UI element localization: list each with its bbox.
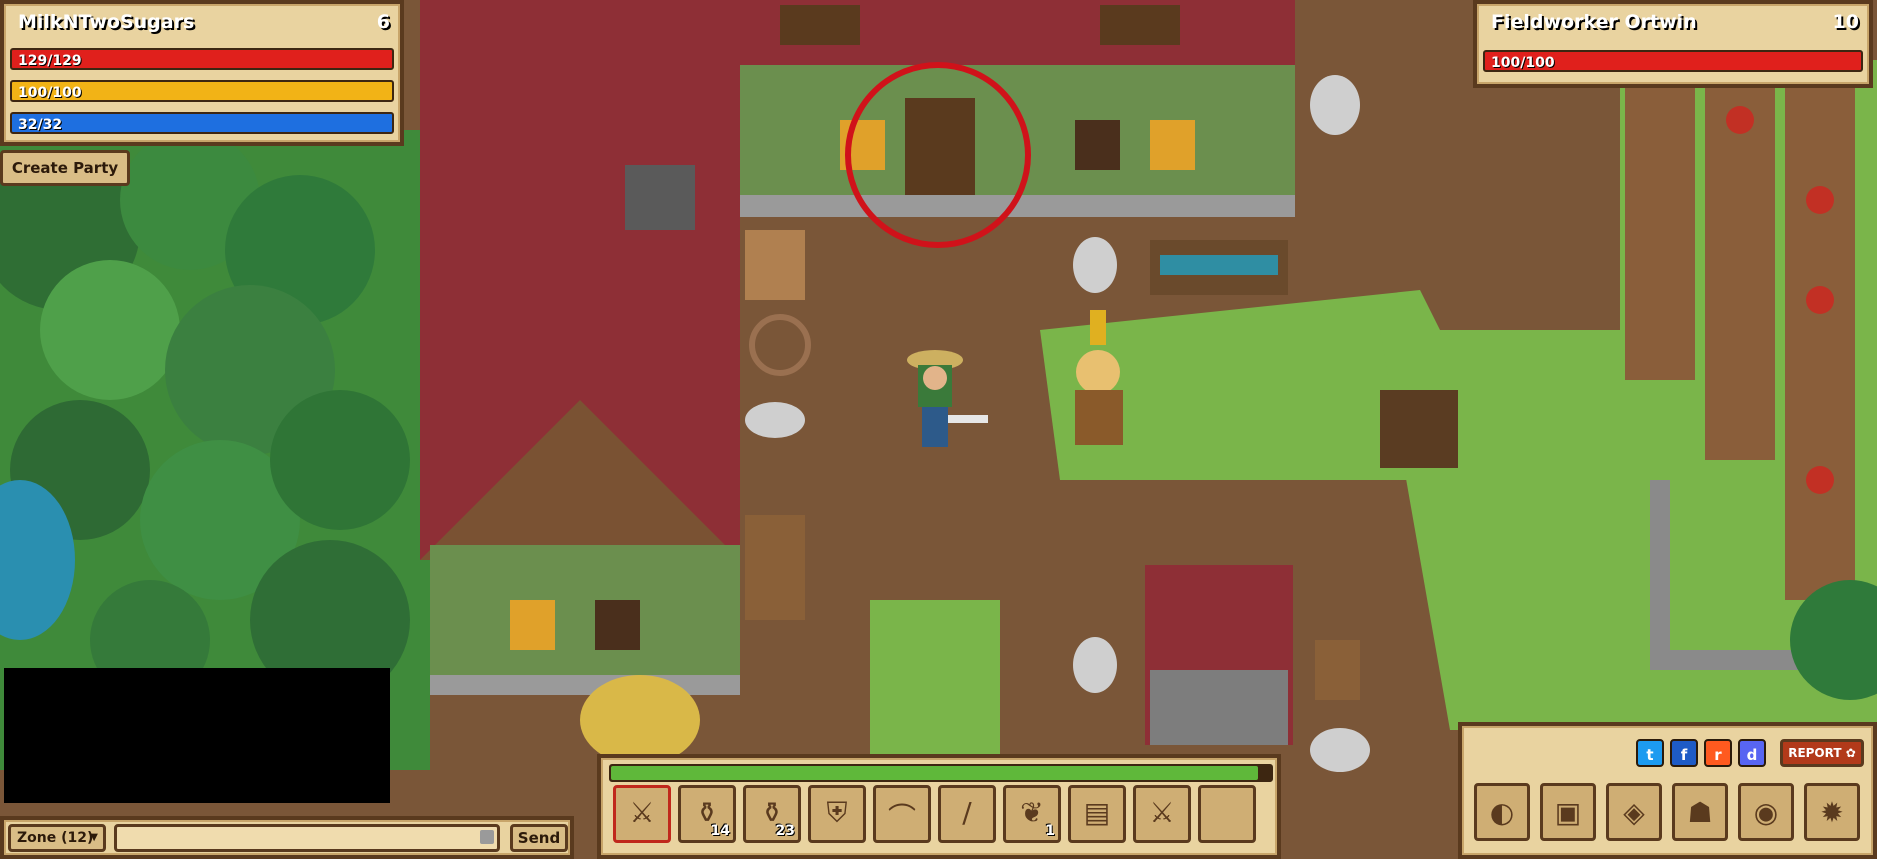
emoji-icon[interactable] <box>480 830 494 844</box>
send-button[interactable]: Send <box>510 824 568 852</box>
inventory-icon: ◐ <box>1489 796 1515 829</box>
report-label: REPORT <box>1788 746 1842 760</box>
world-map-icon: ◈ <box>1623 796 1645 829</box>
menu-button-inventory[interactable]: ◐ <box>1474 783 1530 841</box>
map-scroll-icon: ▤ <box>1083 796 1111 829</box>
menu-button-settings[interactable]: ✹ <box>1804 783 1860 841</box>
hotbar-slot-9[interactable]: ⚔ <box>1133 785 1191 843</box>
hotbar-slot-count: 23 <box>775 823 795 839</box>
hotbar-slot-count: 14 <box>710 823 730 839</box>
quest-book-icon: ▣ <box>1554 796 1582 829</box>
club-icon: / <box>962 796 972 829</box>
report-button[interactable]: REPORT ✿ <box>1780 739 1864 767</box>
twitter-icon[interactable]: t <box>1636 739 1664 767</box>
house-door[interactable] <box>905 98 975 198</box>
menu-button-world-map[interactable]: ◈ <box>1606 783 1662 841</box>
settings-icon: ✹ <box>1820 796 1844 829</box>
hotbar-slot-4[interactable]: ⛨ <box>808 785 866 843</box>
player-health-bar: 129/129 <box>10 48 394 70</box>
farmhouse-main <box>720 0 1295 217</box>
player-mana-text: 32/32 <box>18 117 63 133</box>
chat-channel-select[interactable]: Zone (12) ▼ <box>8 824 106 852</box>
chevron-down-icon: ▼ <box>90 832 98 843</box>
create-party-button[interactable]: Create Party <box>0 150 130 186</box>
facebook-icon[interactable]: f <box>1670 739 1698 767</box>
player-stamina-bar: 100/100 <box>10 80 394 102</box>
hotbar-slot-5[interactable]: ⌒ <box>873 785 931 843</box>
hotbar-slot-count: 1 <box>1045 823 1055 839</box>
chat-channel-label: Zone (12) <box>17 830 94 846</box>
boots-icon: ⌒ <box>887 801 916 834</box>
reddit-icon[interactable]: r <box>1704 739 1732 767</box>
target-health-text: 100/100 <box>1491 55 1555 71</box>
armor-icon: ⛨ <box>826 796 848 829</box>
discord-icon[interactable]: d <box>1738 739 1766 767</box>
bug-icon: ✿ <box>1845 746 1856 760</box>
target-name: Fieldworker Ortwin <box>1491 11 1697 33</box>
target-health-bar: 100/100 <box>1483 50 1863 72</box>
chat-input[interactable] <box>114 824 500 852</box>
sword-icon: ⚔ <box>629 796 655 829</box>
target-level: 10 <box>1832 11 1859 33</box>
menu-button-gold-coins[interactable]: ◉ <box>1738 783 1794 841</box>
chat-log[interactable] <box>4 668 390 803</box>
hotbar-slot-7[interactable]: ❦ 1 <box>1003 785 1061 843</box>
player-mana-bar: 32/32 <box>10 112 394 134</box>
experience-bar <box>609 764 1273 782</box>
menu-button-character[interactable]: ☗ <box>1672 783 1728 841</box>
hotbar-slot-2[interactable]: ⚱ 14 <box>678 785 736 843</box>
target-frame: Fieldworker Ortwin 10 100/100 <box>1473 0 1873 88</box>
hotbar-slot-6[interactable]: / <box>938 785 996 843</box>
player-frame: MilkNTwoSugars 6 129/129 100/100 32/32 <box>0 0 404 146</box>
hotbar-slot-1[interactable]: ⚔ <box>613 785 671 843</box>
player-level: 6 <box>376 11 390 33</box>
sword-icon: ⚔ <box>1149 796 1175 829</box>
hotbar-slot-10[interactable] <box>1198 785 1256 843</box>
hotbar-slot-8[interactable]: ▤ <box>1068 785 1126 843</box>
menu-button-quest-book[interactable]: ▣ <box>1540 783 1596 841</box>
hotbar-slot-3[interactable]: ⚱ 23 <box>743 785 801 843</box>
player-stamina-text: 100/100 <box>18 85 82 101</box>
player-name: MilkNTwoSugars <box>18 11 195 33</box>
character-icon: ☗ <box>1687 796 1713 829</box>
chat-bar: Zone (12) ▼ Send <box>0 816 574 859</box>
player-health-text: 129/129 <box>18 53 82 69</box>
farmhouse-left <box>420 0 740 695</box>
crop-fields <box>1620 60 1877 760</box>
gold-coins-icon: ◉ <box>1753 796 1779 829</box>
experience-bar-fill <box>611 766 1258 780</box>
